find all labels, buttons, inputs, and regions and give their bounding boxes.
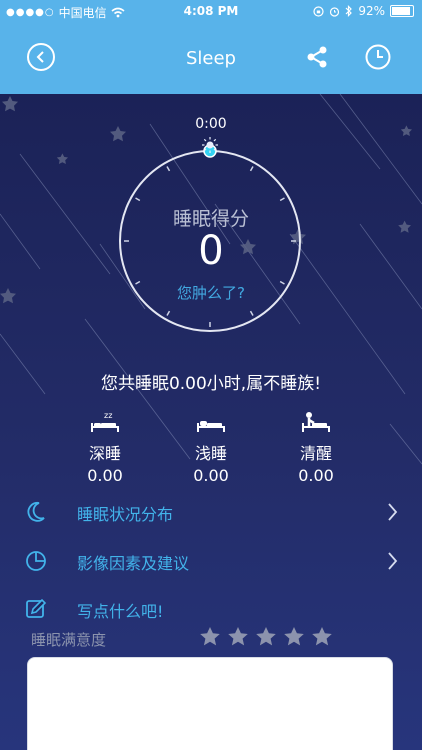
ring-tick [249, 166, 254, 172]
menu-label: 影像因素及建议 [77, 554, 190, 573]
stat-value: 0.00 [298, 466, 334, 485]
svg-text:zz: zz [104, 411, 112, 420]
ring-time-label: 0:00 [195, 116, 227, 132]
ring-tick [166, 166, 171, 172]
stat-value: 0.00 [87, 466, 123, 485]
battery-icon [390, 5, 414, 17]
light-sleep-icon [197, 421, 225, 432]
menu-factors-advice[interactable]: 影像因素及建议 [0, 541, 422, 581]
deep-sleep-icon: zz [91, 411, 119, 432]
sleep-main-panel: 0:00 睡眠得分 0 您肿么了? 您共睡眠0.00小时,属不睡族! zz 深睡… [0, 94, 422, 750]
star-icon[interactable] [282, 625, 306, 649]
ring-tick [249, 310, 254, 316]
share-icon [307, 46, 327, 68]
menu-sleep-distribution[interactable]: 睡眠状况分布 [0, 492, 422, 532]
status-icons: 92% [313, 4, 414, 18]
bluetooth-icon [345, 5, 353, 17]
star-icon[interactable] [226, 625, 250, 649]
ring-tick [166, 310, 171, 316]
clock-icon [365, 44, 391, 70]
ring-tick [279, 197, 285, 202]
star-icon[interactable] [198, 625, 222, 649]
share-button[interactable] [303, 43, 331, 71]
chevron-right-icon [388, 552, 398, 570]
stat-label: 深睡 [88, 444, 121, 463]
stat-deep-sleep: zz 深睡 0.00 [55, 406, 155, 485]
satisfaction-label: 睡眠满意度 [31, 631, 107, 649]
stat-value: 0.00 [193, 466, 229, 485]
chevron-right-icon [388, 503, 398, 521]
star-icon[interactable] [254, 625, 278, 649]
nav-bar: Sleep [0, 24, 422, 94]
awake-icon [302, 412, 330, 432]
menu-label: 写点什么吧! [77, 602, 164, 621]
note-text-area[interactable] [27, 657, 393, 750]
sun-icon [202, 137, 218, 153]
menu-write-note[interactable]: 写点什么吧! [0, 589, 422, 629]
battery-percent: 92% [358, 4, 385, 18]
score-help-link[interactable]: 您肿么了? [0, 282, 422, 303]
stat-light-sleep: 浅睡 0.00 [161, 406, 261, 485]
score-label: 睡眠得分 [172, 208, 249, 230]
orientation-lock-icon [313, 5, 324, 17]
history-button[interactable] [364, 43, 392, 71]
sleep-summary: 您共睡眠0.00小时,属不睡族! [100, 374, 322, 394]
page-title: Sleep [185, 48, 236, 69]
star-icon[interactable] [310, 625, 334, 649]
satisfaction-stars [198, 625, 334, 649]
moon-icon [27, 502, 45, 522]
status-bar: ●●●●○ 中国电信 4:08 PM 92% [0, 0, 422, 24]
edit-icon [26, 598, 47, 618]
ring-tick [135, 197, 141, 202]
stat-awake: 清醒 0.00 [266, 406, 366, 485]
alarm-icon [330, 6, 340, 17]
stat-label: 清醒 [299, 444, 332, 463]
stat-label: 浅睡 [194, 444, 227, 463]
menu-label: 睡眠状况分布 [77, 505, 174, 524]
score-value: 0 [198, 228, 224, 274]
pie-chart-icon [26, 551, 46, 571]
